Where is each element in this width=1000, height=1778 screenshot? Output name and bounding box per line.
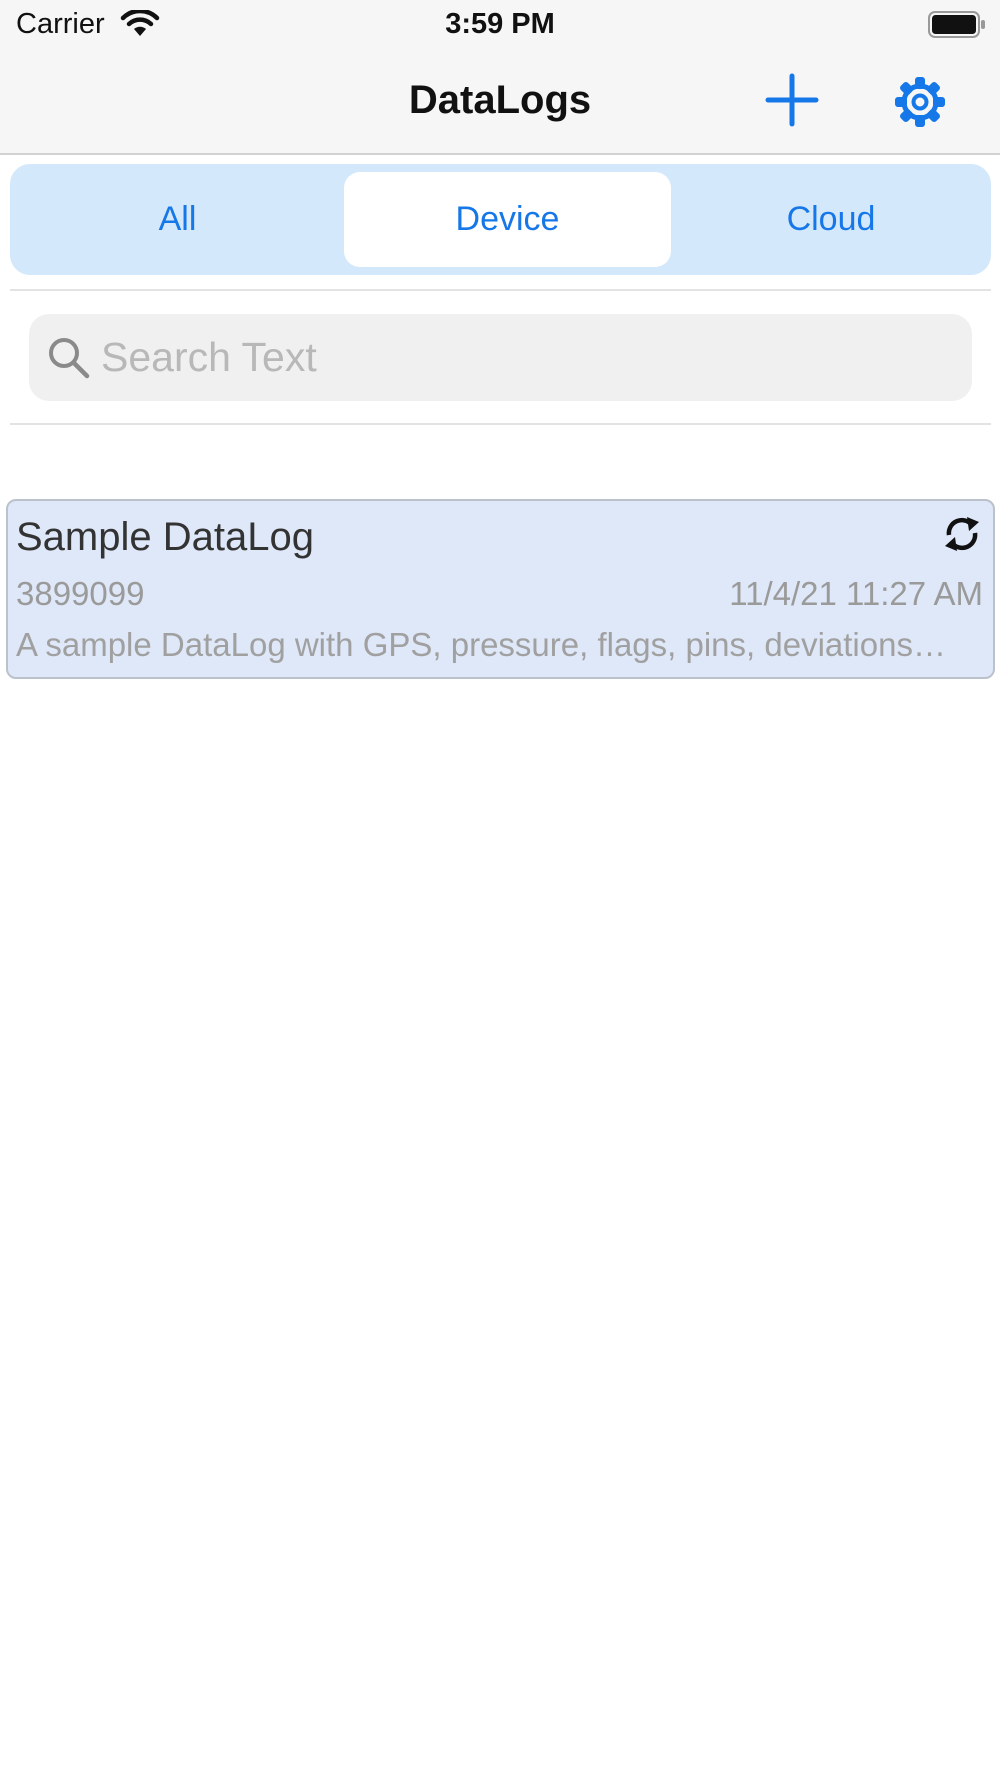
search-bar[interactable] — [29, 314, 972, 401]
segment-cloud[interactable]: Cloud — [672, 172, 990, 267]
status-bar: Carrier 3:59 PM — [0, 0, 1000, 52]
list-item[interactable]: Sample DataLog 3899099 11/4/21 11:27 AM … — [6, 499, 995, 679]
search-icon — [49, 338, 90, 379]
datalog-date: 11/4/21 11:27 AM — [729, 575, 983, 612]
navigation-bar: DataLogs — [0, 52, 1000, 155]
datalog-name: Sample DataLog — [16, 515, 314, 559]
datalog-description: A sample DataLog with GPS, pressure, fla… — [16, 626, 946, 663]
page-title: DataLogs — [408, 78, 592, 122]
battery-icon — [928, 11, 985, 38]
datalog-id: 3899099 — [16, 575, 145, 612]
segment-device[interactable]: Device — [344, 172, 671, 267]
segment-all[interactable]: All — [10, 172, 345, 267]
sync-icon — [945, 517, 979, 551]
search-input[interactable] — [101, 314, 961, 401]
source-segmented-control: All Device Cloud — [10, 164, 991, 275]
divider — [10, 289, 991, 291]
divider — [10, 423, 991, 425]
status-time: 3:59 PM — [445, 8, 555, 40]
gear-icon[interactable] — [893, 75, 947, 129]
plus-icon[interactable] — [764, 72, 820, 128]
